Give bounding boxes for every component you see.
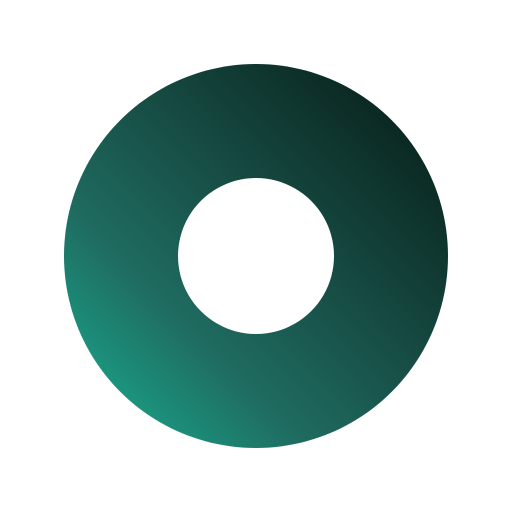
- ring-logo-icon: [63, 64, 448, 449]
- canvas: [0, 0, 512, 512]
- ring-shape: [63, 64, 448, 449]
